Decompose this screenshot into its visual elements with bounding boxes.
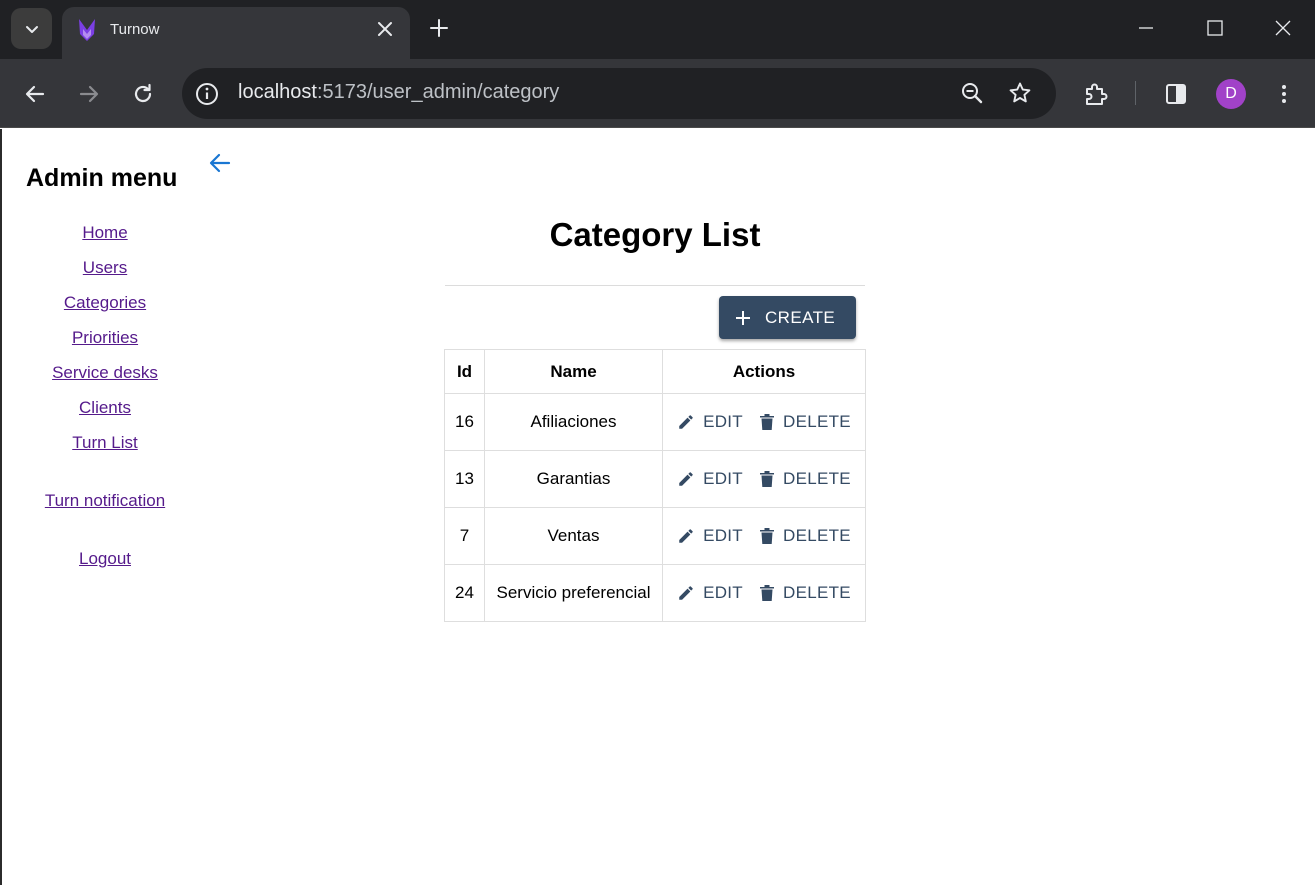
trash-icon xyxy=(760,585,774,601)
delete-button[interactable]: DELETE xyxy=(753,408,857,436)
trash-icon xyxy=(760,471,774,487)
nav-link-priorities[interactable]: Priorities xyxy=(2,328,208,348)
star-icon xyxy=(1009,82,1031,103)
edit-button[interactable]: EDIT xyxy=(671,465,749,493)
sidebar-title: Admin menu xyxy=(26,164,178,192)
table-row: 13 Garantias EDIT DELETE xyxy=(444,450,866,508)
minimize-icon xyxy=(1139,27,1153,29)
cell-name: Servicio preferencial xyxy=(484,564,663,622)
nav-link-home[interactable]: Home xyxy=(2,223,208,243)
toolbar-divider xyxy=(1135,81,1136,105)
arrow-left-icon xyxy=(25,85,45,103)
chevron-down-icon xyxy=(25,25,38,33)
more-vert-icon xyxy=(1282,85,1286,103)
nav-link-turn-notification[interactable]: Turn notification xyxy=(2,491,208,511)
pencil-icon xyxy=(679,472,693,486)
browser-menu-button[interactable] xyxy=(1271,81,1297,107)
arrow-right-icon xyxy=(79,85,99,103)
maximize-button[interactable] xyxy=(1197,10,1233,46)
table-row: 24 Servicio preferencial EDIT DELETE xyxy=(444,564,866,622)
extensions-button[interactable] xyxy=(1083,81,1109,107)
nav-link-turn-list[interactable]: Turn List xyxy=(2,433,208,453)
browser-titlebar: Turnow xyxy=(0,0,1315,59)
browser-toolbar: localhost:5173/user_admin/category D xyxy=(0,59,1315,128)
maximize-icon xyxy=(1207,20,1223,36)
cell-id: 16 xyxy=(444,393,485,451)
header-name: Name xyxy=(484,349,663,394)
header-actions: Actions xyxy=(662,349,866,394)
url-text: localhost:5173/user_admin/category xyxy=(238,81,560,103)
trash-icon xyxy=(760,414,774,430)
forward-button[interactable] xyxy=(76,81,102,107)
table-row: 16 Afiliaciones EDIT DELETE xyxy=(444,393,866,451)
title-divider xyxy=(445,285,865,286)
delete-button[interactable]: DELETE xyxy=(753,465,857,493)
plus-icon[interactable] xyxy=(428,17,450,39)
window-close-icon xyxy=(1275,20,1291,36)
cell-actions: EDIT DELETE xyxy=(662,564,866,622)
cell-name: Afiliaciones xyxy=(484,393,663,451)
cell-name: Ventas xyxy=(484,507,663,565)
category-table: Id Name Actions 16 Afiliaciones EDIT DEL… xyxy=(444,349,866,622)
info-icon[interactable] xyxy=(194,81,220,107)
profile-avatar[interactable]: D xyxy=(1216,79,1246,109)
tab-search-button[interactable] xyxy=(11,8,52,49)
cell-actions: EDIT DELETE xyxy=(662,507,866,565)
nav-link-categories[interactable]: Categories xyxy=(2,293,208,313)
back-button[interactable] xyxy=(22,81,48,107)
edit-button[interactable]: EDIT xyxy=(671,408,749,436)
nav-link-service-desks[interactable]: Service desks xyxy=(2,363,208,383)
window-close-button[interactable] xyxy=(1265,10,1301,46)
back-arrow-icon[interactable] xyxy=(207,150,233,176)
delete-button[interactable]: DELETE xyxy=(753,522,857,550)
page-content: Admin menu Home Users Categories Priorit… xyxy=(0,129,1315,885)
cell-actions: EDIT DELETE xyxy=(662,393,866,451)
page-title: Category List xyxy=(549,216,761,253)
pencil-icon xyxy=(679,529,693,543)
tab-title: Turnow xyxy=(110,21,160,38)
table-row: 7 Ventas EDIT DELETE xyxy=(444,507,866,565)
zoom-button[interactable] xyxy=(959,80,985,106)
cell-name: Garantias xyxy=(484,450,663,508)
nav-link-users[interactable]: Users xyxy=(2,258,208,278)
header-id: Id xyxy=(444,349,485,394)
create-button-label: CREATE xyxy=(765,307,836,327)
browser-tab-active[interactable]: Turnow xyxy=(62,7,410,59)
delete-button[interactable]: DELETE xyxy=(753,579,857,607)
nav-link-logout[interactable]: Logout xyxy=(2,549,208,569)
plus-icon xyxy=(736,310,750,325)
cell-id: 7 xyxy=(444,507,485,565)
cell-id: 13 xyxy=(444,450,485,508)
puzzle-icon xyxy=(1086,83,1108,105)
trash-icon xyxy=(760,528,774,544)
zoom-out-icon xyxy=(962,83,983,104)
turnow-logo-icon xyxy=(79,19,95,41)
pencil-icon xyxy=(679,415,693,429)
side-panel-icon xyxy=(1166,84,1186,104)
reload-button[interactable] xyxy=(130,81,156,107)
create-button[interactable]: CREATE xyxy=(719,296,856,339)
edit-button[interactable]: EDIT xyxy=(671,522,749,550)
minimize-button[interactable] xyxy=(1128,10,1164,46)
cell-actions: EDIT DELETE xyxy=(662,450,866,508)
close-icon[interactable] xyxy=(376,20,394,38)
table-header-row: Id Name Actions xyxy=(444,349,866,394)
reload-icon xyxy=(134,83,152,103)
bookmark-button[interactable] xyxy=(1007,80,1033,106)
edit-button[interactable]: EDIT xyxy=(671,579,749,607)
address-bar[interactable]: localhost:5173/user_admin/category xyxy=(182,68,1056,119)
pencil-icon xyxy=(679,586,693,600)
side-panel-button[interactable] xyxy=(1163,81,1189,107)
cell-id: 24 xyxy=(444,564,485,622)
nav-link-clients[interactable]: Clients xyxy=(2,398,208,418)
